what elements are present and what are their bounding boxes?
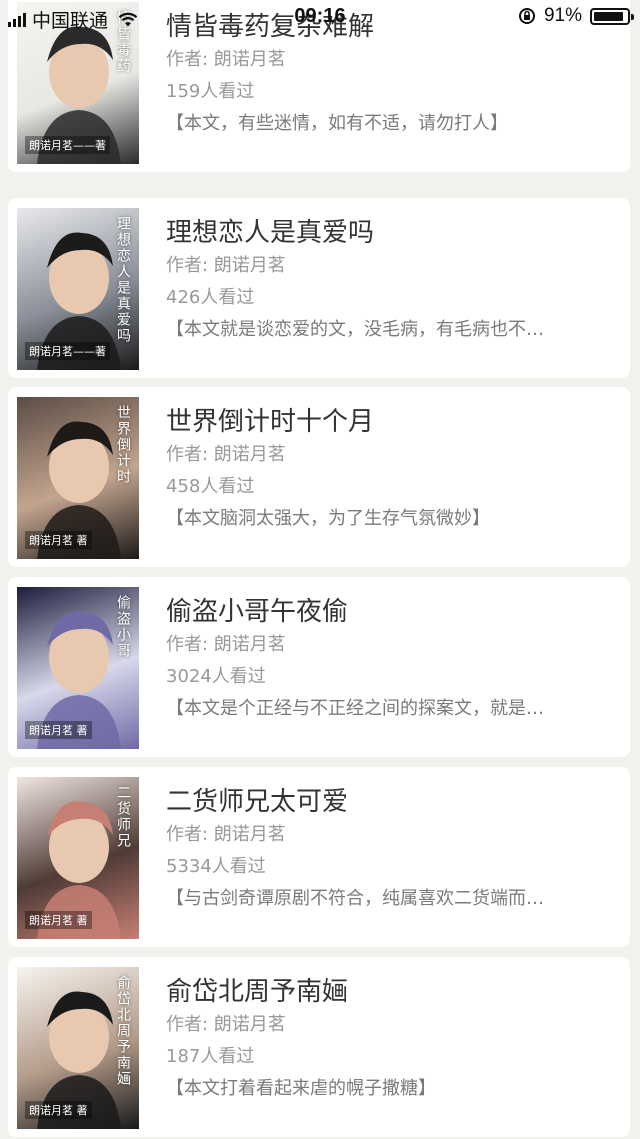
book-views: 3024人看过 — [166, 666, 266, 687]
book-description: 【与古剑奇谭原剧不符合，纯属喜欢二货端而… — [166, 888, 544, 909]
cover-title-text: 偷盗小哥 — [115, 595, 131, 659]
book-cover-image[interactable]: 俞岱北周予南婳 朗诺月茗 著 — [17, 967, 139, 1129]
cover-title-text: 二货师兄 — [115, 785, 131, 849]
book-title[interactable]: 世界倒计时十个月 — [166, 405, 616, 439]
status-bar: 中国联通 09:16 91% — [0, 0, 640, 36]
cover-title-text: 理想恋人是真爱吗 — [115, 216, 131, 344]
book-description: 【本文脑洞太强大，为了生存气氛微妙】 — [166, 508, 490, 529]
book-info: 偷盗小哥午夜偷 作者: 朗诺月茗 3024人看过 【本文是个正经与不正经之间的探… — [166, 595, 616, 725]
cover-author-text: 朗诺月茗——著 — [25, 342, 110, 360]
book-views: 5334人看过 — [166, 856, 266, 877]
book-cover-image[interactable]: 二货师兄 朗诺月茗 著 — [17, 777, 139, 939]
book-author: 作者: 朗诺月茗 — [166, 1014, 286, 1035]
cover-author-text: 朗诺月茗 著 — [25, 531, 92, 549]
book-views: 187人看过 — [166, 1046, 255, 1067]
book-author: 作者: 朗诺月茗 — [166, 824, 286, 845]
book-title[interactable]: 俞岱北周予南婳 — [166, 975, 616, 1009]
book-views: 426人看过 — [166, 287, 255, 308]
cover-author-text: 朗诺月茗 著 — [25, 1101, 92, 1119]
book-card[interactable]: 理想恋人是真爱吗 朗诺月茗——著 理想恋人是真爱吗 作者: 朗诺月茗 426人看… — [8, 198, 630, 378]
book-info: 俞岱北周予南婳 作者: 朗诺月茗 187人看过 【本文打着看起来虐的幌子撒糖】 — [166, 975, 616, 1105]
cover-author-text: 朗诺月茗 著 — [25, 911, 92, 929]
book-author: 作者: 朗诺月茗 — [166, 255, 286, 276]
book-card[interactable]: 世界倒计时 朗诺月茗 著 世界倒计时十个月 作者: 朗诺月茗 458人看过 【本… — [8, 387, 630, 567]
cover-author-text: 朗诺月茗 著 — [25, 721, 92, 739]
book-author: 作者: 朗诺月茗 — [166, 444, 286, 465]
book-card[interactable]: 偷盗小哥 朗诺月茗 著 偷盗小哥午夜偷 作者: 朗诺月茗 3024人看过 【本文… — [8, 577, 630, 757]
cover-title-text: 世界倒计时 — [115, 405, 131, 485]
book-info: 世界倒计时十个月 作者: 朗诺月茗 458人看过 【本文脑洞太强大，为了生存气氛… — [166, 405, 616, 535]
status-right: 91% — [518, 5, 634, 27]
book-info: 二货师兄太可爱 作者: 朗诺月茗 5334人看过 【与古剑奇谭原剧不符合，纯属喜… — [166, 785, 616, 915]
book-title[interactable]: 偷盗小哥午夜偷 — [166, 595, 616, 629]
cover-title-text: 俞岱北周予南婳 — [115, 975, 131, 1087]
book-views: 458人看过 — [166, 476, 255, 497]
book-views: 159人看过 — [166, 81, 255, 102]
rotation-lock-icon — [518, 8, 535, 24]
book-description: 【本文是个正经与不正经之间的探案文，就是… — [166, 698, 544, 719]
book-title[interactable]: 理想恋人是真爱吗 — [166, 216, 616, 250]
book-card[interactable]: 二货师兄 朗诺月茗 著 二货师兄太可爱 作者: 朗诺月茗 5334人看过 【与古… — [8, 767, 630, 947]
book-description: 【本文打着看起来虐的幌子撒糖】 — [166, 1078, 436, 1099]
book-author: 作者: 朗诺月茗 — [166, 634, 286, 655]
book-info: 理想恋人是真爱吗 作者: 朗诺月茗 426人看过 【本文就是谈恋爱的文，没毛病，… — [166, 216, 616, 346]
book-title[interactable]: 二货师兄太可爱 — [166, 785, 616, 819]
book-card[interactable]: 俞岱北周予南婳 朗诺月茗 著 俞岱北周予南婳 作者: 朗诺月茗 187人看过 【… — [8, 957, 630, 1137]
battery-icon — [590, 7, 634, 25]
cover-author-text: 朗诺月茗——著 — [25, 136, 110, 154]
book-description: 【本文，有些迷情，如有不适，请勿打人】 — [166, 113, 508, 134]
book-cover-image[interactable]: 世界倒计时 朗诺月茗 著 — [17, 397, 139, 559]
battery-percent: 91% — [543, 5, 582, 26]
book-cover-image[interactable]: 理想恋人是真爱吗 朗诺月茗——著 — [17, 208, 139, 370]
book-description: 【本文就是谈恋爱的文，没毛病，有毛病也不… — [166, 319, 544, 340]
book-author: 作者: 朗诺月茗 — [166, 49, 286, 70]
book-cover-image[interactable]: 偷盗小哥 朗诺月茗 著 — [17, 587, 139, 749]
